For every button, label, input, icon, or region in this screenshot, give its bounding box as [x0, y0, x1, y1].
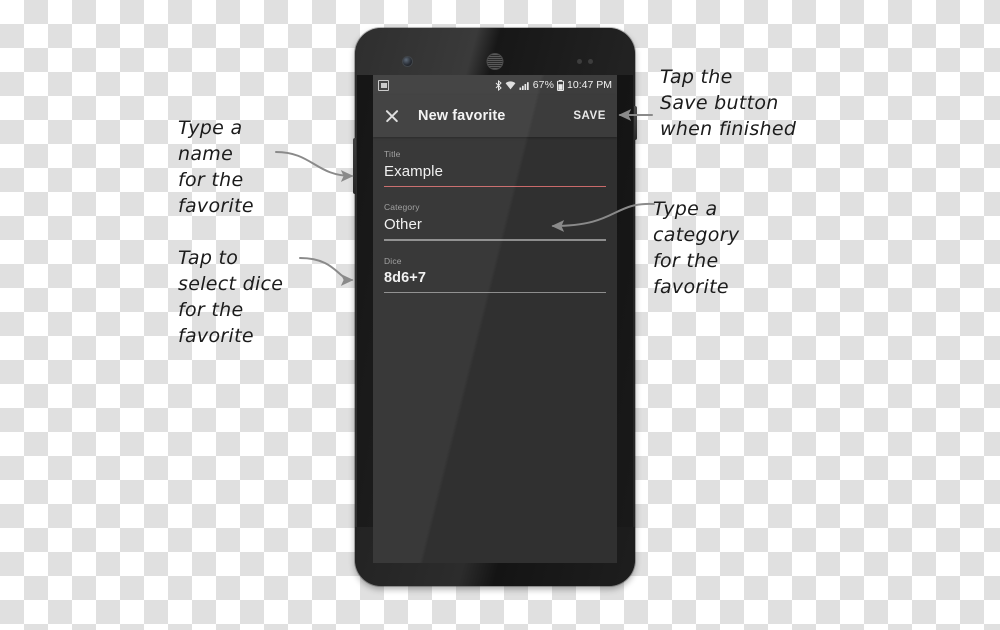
dice-input-underline — [384, 291, 606, 294]
save-button[interactable]: SAVE — [573, 110, 606, 122]
field-category: Category Other — [384, 202, 606, 241]
page-title: New favorite — [418, 108, 506, 124]
field-dice: Dice 8d6+7 — [384, 255, 606, 294]
close-icon[interactable] — [384, 108, 400, 124]
annotation-category-note: Type a category for the favorite — [653, 198, 740, 298]
arrow-to-title-field — [275, 151, 354, 182]
status-bar-left — [378, 79, 389, 91]
status-bar-clock: 10:47 PM — [567, 79, 612, 91]
screenshot-icon — [378, 79, 389, 91]
bluetooth-icon — [495, 79, 502, 91]
light-sensor-icon — [588, 59, 593, 64]
battery-percent-label: 67% — [532, 79, 555, 91]
phone-screen: 67% 10:47 PM New favorite SAVE Title Exa… — [373, 75, 617, 563]
annotation-save-note: Tap the Save button when finished — [660, 66, 797, 140]
status-bar-right: 67% 10:47 PM — [495, 79, 612, 91]
field-label-dice: Dice — [384, 255, 402, 266]
category-input-underline — [384, 239, 606, 241]
favorite-form: Title Example Category Other Dice 8d6+7 — [373, 137, 617, 294]
field-title: Title Example — [384, 149, 606, 188]
app-bar: New favorite SAVE — [373, 95, 617, 137]
battery-icon — [557, 79, 565, 91]
title-input[interactable]: Example — [384, 163, 606, 186]
power-button[interactable] — [634, 106, 637, 140]
wifi-icon — [505, 80, 516, 89]
status-bar: 67% 10:47 PM — [373, 75, 617, 95]
category-input[interactable]: Other — [384, 216, 606, 239]
phone-top-bezel — [355, 28, 635, 75]
field-label-title: Title — [384, 149, 401, 159]
front-camera-icon — [403, 57, 412, 66]
dice-input[interactable]: 8d6+7 — [384, 270, 606, 292]
field-label-category: Category — [384, 202, 420, 213]
arrow-to-dice-field — [299, 257, 354, 286]
phone-mockup: 67% 10:47 PM New favorite SAVE Title Exa… — [353, 28, 637, 586]
title-input-underline — [384, 186, 606, 188]
cellular-signal-icon — [519, 81, 529, 90]
annotation-title-note: Type a name for the favorite — [178, 117, 254, 217]
annotation-dice-note: Tap to select dice for the favorite — [178, 247, 284, 347]
proximity-sensor-icon — [577, 59, 582, 64]
volume-button[interactable] — [353, 138, 356, 194]
earpiece-speaker-icon — [486, 53, 504, 70]
